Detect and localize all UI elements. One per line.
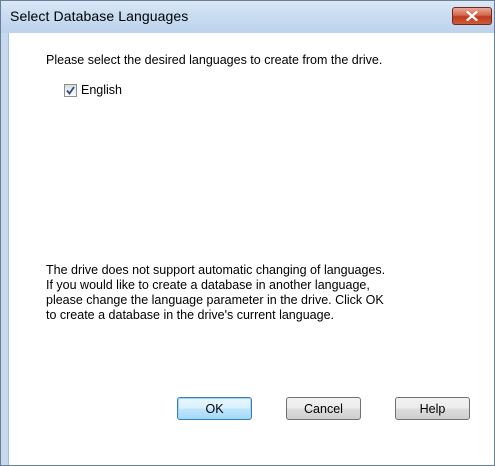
instruction-text: Please select the desired languages to c…	[46, 53, 383, 67]
english-checkbox[interactable]	[64, 84, 77, 97]
cancel-button[interactable]: Cancel	[286, 397, 361, 420]
language-note: The drive does not support automatic cha…	[46, 263, 476, 323]
note-line: to create a database in the drive's curr…	[46, 308, 334, 322]
ok-button[interactable]: OK	[177, 397, 252, 420]
note-line: If you would like to create a database i…	[46, 278, 370, 292]
checkmark-icon	[66, 86, 75, 95]
note-line: please change the language parameter in …	[46, 293, 384, 307]
close-button[interactable]	[452, 7, 492, 25]
help-button[interactable]: Help	[395, 397, 470, 420]
dialog-window: Select Database Languages Please select …	[0, 0, 495, 466]
english-label: English	[81, 83, 122, 97]
dialog-title: Select Database Languages	[10, 8, 189, 24]
close-icon	[466, 11, 478, 21]
note-line: The drive does not support automatic cha…	[46, 263, 386, 277]
title-bar[interactable]: Select Database Languages	[1, 1, 494, 33]
